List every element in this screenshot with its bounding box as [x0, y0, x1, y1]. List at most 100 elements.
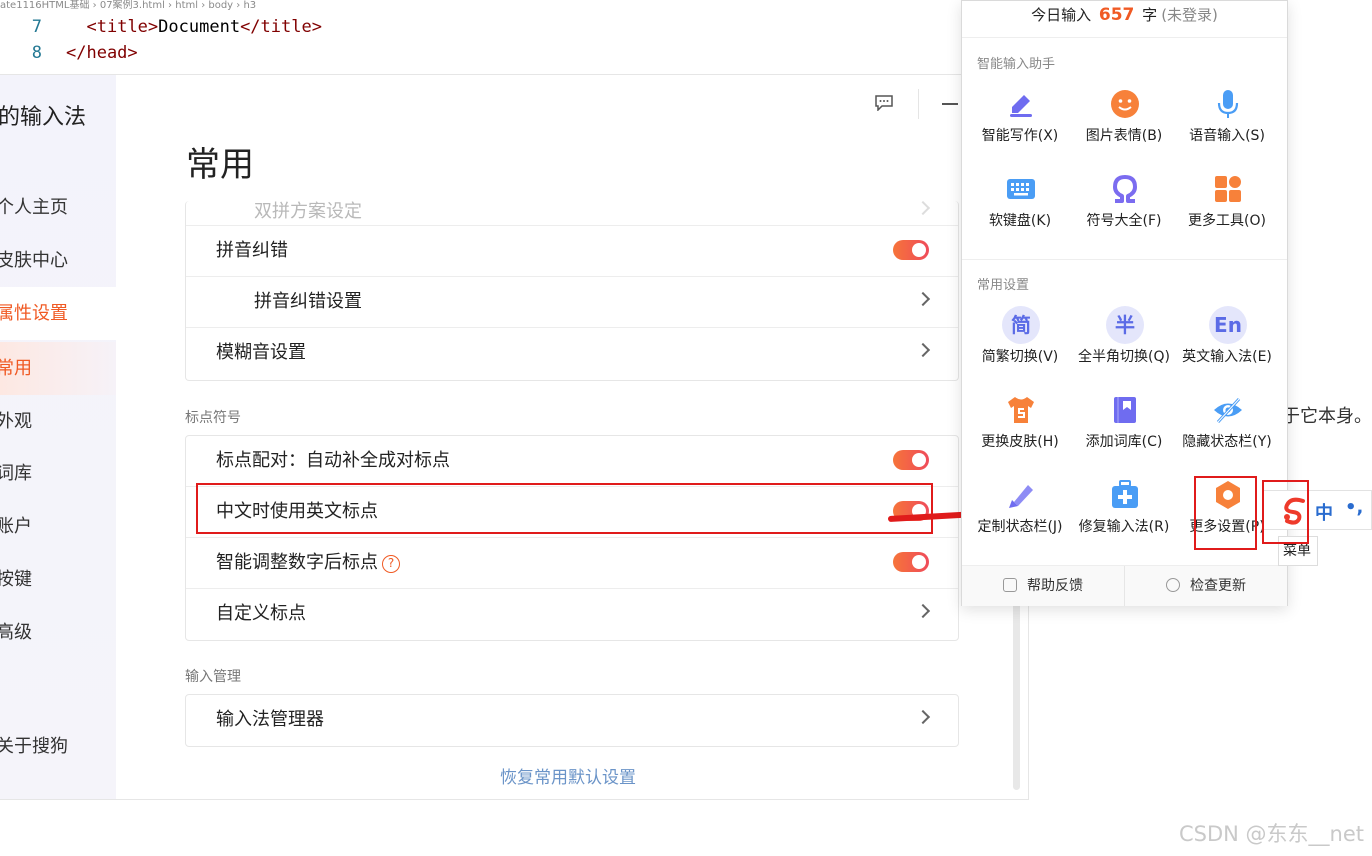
repair-kit-icon	[1112, 480, 1138, 508]
divider	[962, 259, 1287, 260]
setting-label: 拼音纠错设置	[254, 291, 362, 312]
setting-row[interactable]: 模糊音设置	[186, 328, 958, 379]
setting-repair-ime[interactable]: 修复输入法(R)	[1072, 480, 1176, 560]
keyboard-icon	[1007, 179, 1035, 199]
settings-window: 的输入法 个人主页 皮肤中心 属性设置 常用 外观 词库 账户 按键 高级 关于…	[0, 74, 1029, 800]
setting-row: 标点配对：自动补全成对标点	[186, 436, 958, 487]
smiley-icon	[1111, 90, 1139, 118]
tool-soft-keyboard[interactable]: 软键盘(K)	[968, 174, 1072, 254]
background-page-text: 于它本身。	[1282, 406, 1372, 427]
line-number: 8	[31, 43, 42, 63]
breadcrumb: ate1116HTML基础 › 07案例3.html › html › body…	[0, 0, 257, 11]
tshirt-icon	[1008, 397, 1034, 423]
setting-row[interactable]: 自定义标点	[186, 589, 958, 640]
english-icon: En	[1209, 306, 1247, 344]
tool-label: 智能写作(X)	[981, 128, 1059, 144]
tool-label: 隐藏状态栏(Y)	[1182, 434, 1272, 450]
setting-add-lexicon[interactable]: 添加词库(C)	[1072, 395, 1176, 475]
setting-row: 中文时使用英文标点	[186, 487, 958, 538]
sidebar-item-properties[interactable]: 属性设置	[0, 287, 116, 340]
tool-label: 符号大全(F)	[1086, 213, 1162, 229]
setting-full-half-width[interactable]: 半 全半角切换(Q)	[1072, 306, 1176, 390]
tool-label: 更多工具(O)	[1188, 213, 1266, 229]
sidebar-item-lexicon[interactable]: 词库	[0, 447, 116, 500]
setting-label: 输入法管理器	[216, 709, 324, 730]
sidebar-item-keys[interactable]: 按键	[0, 553, 116, 606]
sidebar-item-skins[interactable]: 皮肤中心	[0, 234, 116, 287]
tool-symbols[interactable]: 符号大全(F)	[1072, 174, 1176, 254]
hex-gear-icon	[1216, 481, 1240, 509]
tool-voice-input[interactable]: 语音输入(S)	[1175, 89, 1279, 169]
section-label: 输入管理	[185, 669, 241, 685]
input-count-header: 今日输入 657 字 (未登录)	[962, 1, 1287, 38]
tool-label: 语音输入(S)	[1189, 128, 1265, 144]
code-line: 7 <title>Document</title>	[0, 14, 322, 40]
setting-row[interactable]: 输入法管理器	[186, 695, 958, 746]
feedback-icon[interactable]	[874, 95, 894, 111]
chevron-right-icon	[915, 603, 931, 619]
sidebar-item-appearance[interactable]: 外观	[0, 395, 116, 448]
input-count: 657	[1098, 5, 1135, 25]
tool-label: 软键盘(K)	[988, 213, 1052, 229]
setting-label: 标点配对：自动补全成对标点	[216, 450, 450, 471]
eye-off-icon	[1214, 397, 1242, 424]
chevron-right-icon	[915, 291, 931, 307]
tool-label: 添加词库(C)	[1085, 434, 1163, 450]
chinese-mode-button[interactable]: 中	[1315, 499, 1333, 525]
login-status: (未登录)	[1161, 6, 1218, 24]
code-text: </head>	[66, 43, 138, 63]
tool-label: 定制状态栏(J)	[977, 519, 1063, 535]
settings-card-punctuation: 标点配对：自动补全成对标点 中文时使用英文标点 智能调整数字后标点? 自定义标点	[185, 435, 959, 641]
sidebar-item-advanced[interactable]: 高级	[0, 606, 116, 659]
app-title: 的输入法	[0, 105, 87, 130]
restore-defaults-link[interactable]: 恢复常用默认设置	[500, 763, 636, 788]
sidebar-item-common[interactable]: 常用	[0, 342, 116, 395]
popup-footer: 帮助反馈 检查更新	[962, 565, 1287, 606]
omega-icon	[1113, 175, 1137, 203]
tool-more-tools[interactable]: 更多工具(O)	[1175, 174, 1279, 254]
help-feedback-button[interactable]: 帮助反馈	[962, 566, 1124, 606]
setting-label: 智能调整数字后标点?	[216, 538, 400, 588]
help-icon[interactable]: ?	[382, 555, 400, 573]
auto-pair-toggle[interactable]	[893, 450, 929, 470]
punctuation-mode-button[interactable]: •,	[1345, 497, 1363, 518]
setting-change-skin[interactable]: 更换皮肤(H)	[968, 395, 1072, 475]
sidebar-item-about[interactable]: 关于搜狗	[0, 720, 116, 773]
sogou-logo-icon[interactable]	[1281, 497, 1311, 525]
chevron-right-icon	[915, 709, 931, 725]
setting-label: 拼音纠错	[216, 240, 288, 261]
setting-english-input[interactable]: En 英文输入法(E)	[1175, 306, 1279, 390]
smart-number-punctuation-toggle[interactable]	[893, 552, 929, 572]
sidebar-item-profile[interactable]: 个人主页	[0, 181, 116, 234]
sidebar-item-account[interactable]: 账户	[0, 500, 116, 553]
code-line: 8 </head>	[0, 40, 138, 66]
ime-menu-popup: 今日输入 657 字 (未登录) 智能输入助手 智能写作(X) 图片表情(B) 语…	[961, 0, 1288, 606]
setting-row[interactable]: 双拼方案设定	[186, 201, 958, 226]
chevron-right-icon	[915, 201, 931, 216]
setting-row[interactable]: 拼音纠错设置	[186, 277, 958, 328]
setting-row: 智能调整数字后标点?	[186, 538, 958, 589]
setting-label: 自定义标点	[216, 603, 306, 624]
pinyin-correction-toggle[interactable]	[893, 240, 929, 260]
setting-hide-statusbar[interactable]: 隐藏状态栏(Y)	[1175, 395, 1279, 475]
setting-custom-statusbar[interactable]: 定制状态栏(J)	[968, 480, 1072, 560]
minimize-icon[interactable]	[942, 103, 958, 105]
grid-icon	[1215, 176, 1241, 202]
check-update-button[interactable]: 检查更新	[1125, 566, 1287, 606]
setting-simplified-traditional[interactable]: 简 简繁切换(V)	[968, 306, 1072, 390]
section-label: 智能输入助手	[977, 57, 1056, 72]
page-title: 常用	[186, 145, 254, 185]
scrollbar[interactable]	[1013, 595, 1020, 790]
tool-smart-writing[interactable]: 智能写作(X)	[968, 89, 1072, 169]
sidebar: 的输入法 个人主页 皮肤中心 属性设置 常用 外观 词库 账户 按键 高级 关于…	[0, 75, 116, 799]
half-width-icon: 半	[1106, 306, 1144, 344]
section-label: 标点符号	[185, 410, 241, 426]
settings-card-pinyin: 双拼方案设定 拼音纠错 拼音纠错设置 模糊音设置	[185, 201, 959, 381]
section-label: 常用设置	[977, 278, 1030, 293]
setting-label: 中文时使用英文标点	[216, 501, 378, 522]
setting-label: 模糊音设置	[216, 342, 306, 363]
pen-icon	[1010, 95, 1032, 117]
upload-icon	[1166, 578, 1180, 592]
ime-statusbar: 中 •,	[1262, 490, 1372, 530]
tool-picture-emoji[interactable]: 图片表情(B)	[1072, 89, 1176, 169]
